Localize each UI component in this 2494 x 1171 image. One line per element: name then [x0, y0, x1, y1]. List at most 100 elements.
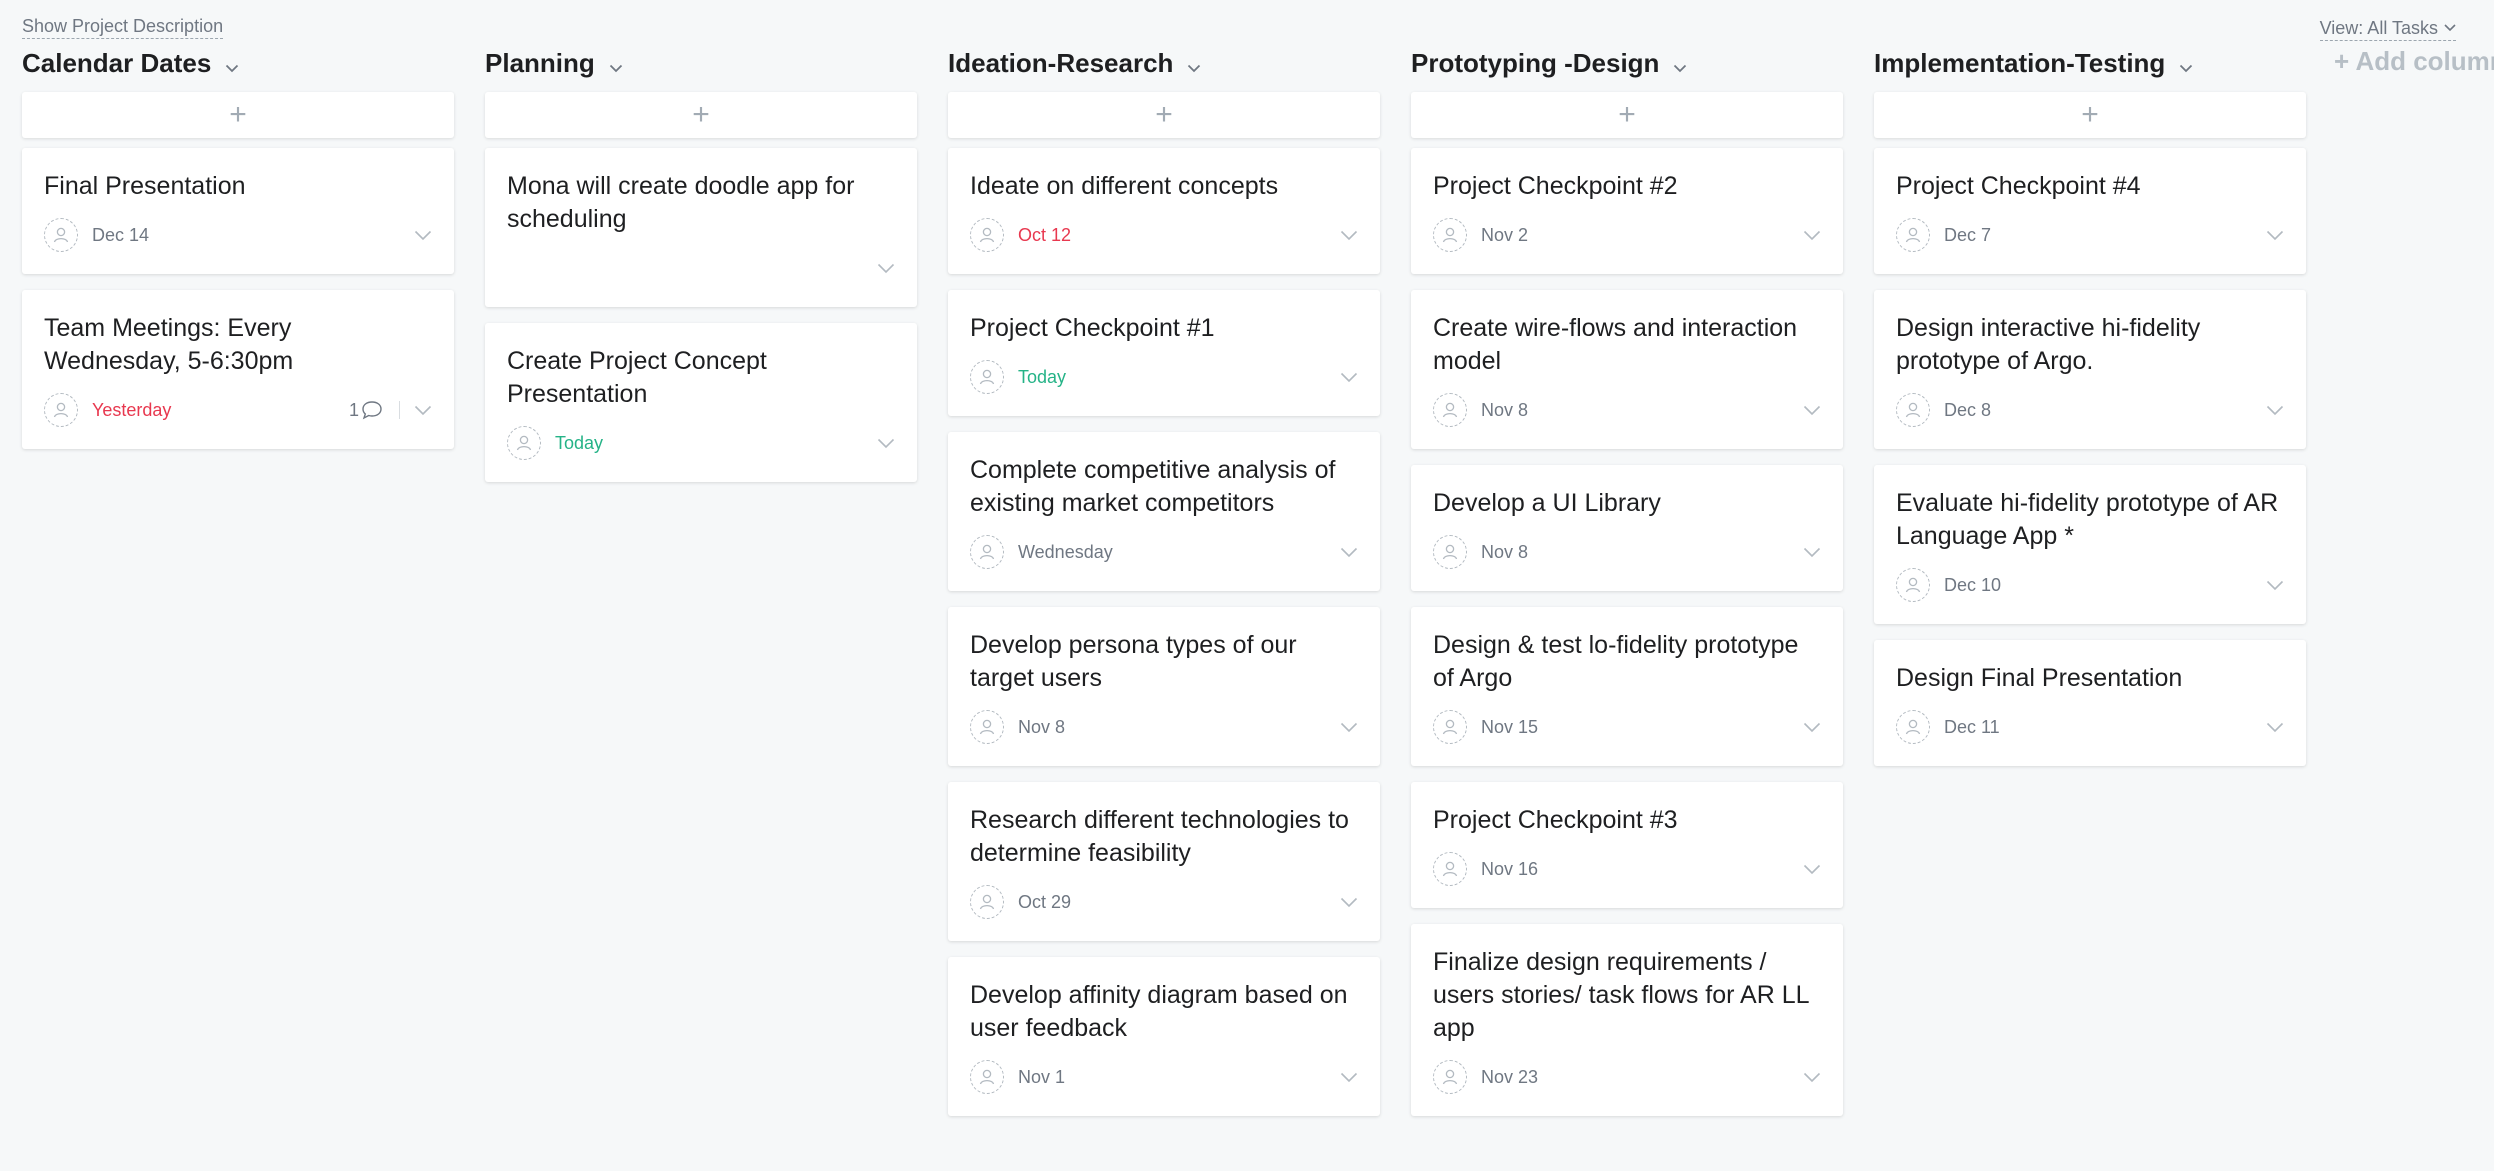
due-date[interactable]: Dec 10 [1944, 575, 2001, 596]
card-expand-chevron-icon[interactable] [1803, 1072, 1821, 1083]
view-filter-dropdown[interactable]: View: All Tasks [2319, 16, 2456, 41]
add-task-button[interactable]: + [1874, 92, 2306, 138]
task-card[interactable]: Design interactive hi-fidelity prototype… [1874, 290, 2306, 449]
task-card[interactable]: Design Final Presentation Dec 11 [1874, 640, 2306, 766]
due-date[interactable]: Nov 8 [1481, 400, 1528, 421]
assignee-avatar-icon[interactable] [970, 218, 1004, 252]
chevron-down-icon[interactable] [1187, 49, 1201, 80]
column-header[interactable]: Prototyping -Design [1411, 44, 1843, 82]
assignee-avatar-icon[interactable] [1433, 852, 1467, 886]
task-card[interactable]: Develop a UI Library Nov 8 [1411, 465, 1843, 591]
task-card[interactable]: Team Meetings: Every Wednesday, 5-6:30pm… [22, 290, 454, 449]
card-expand-chevron-icon[interactable] [414, 230, 432, 241]
chevron-down-icon[interactable] [609, 49, 623, 80]
card-expand-chevron-icon[interactable] [2266, 580, 2284, 591]
assignee-avatar-icon[interactable] [1433, 1060, 1467, 1094]
assignee-avatar-icon[interactable] [44, 218, 78, 252]
chevron-down-icon[interactable] [1673, 49, 1687, 80]
assignee-avatar-icon[interactable] [970, 710, 1004, 744]
task-card[interactable]: Project Checkpoint #3 Nov 16 [1411, 782, 1843, 908]
add-task-button[interactable]: + [22, 92, 454, 138]
assignee-avatar-icon[interactable] [1896, 393, 1930, 427]
card-expand-chevron-icon[interactable] [1340, 897, 1358, 908]
card-expand-chevron-icon[interactable] [1340, 372, 1358, 383]
card-expand-chevron-icon[interactable] [1340, 1072, 1358, 1083]
card-expand-chevron-icon[interactable] [2266, 405, 2284, 416]
assignee-avatar-icon[interactable] [1896, 710, 1930, 744]
task-card[interactable]: Create wire-flows and interaction model … [1411, 290, 1843, 449]
assignee-avatar-icon[interactable] [1433, 393, 1467, 427]
task-card[interactable]: Ideate on different concepts Oct 12 [948, 148, 1380, 274]
task-card[interactable]: Project Checkpoint #2 Nov 2 [1411, 148, 1843, 274]
card-expand-chevron-icon[interactable] [877, 263, 895, 274]
column-header[interactable]: Calendar Dates [22, 44, 454, 82]
column-header[interactable]: Implementation-Testing [1874, 44, 2306, 82]
due-date[interactable]: Nov 8 [1481, 542, 1528, 563]
due-date[interactable]: Dec 7 [1944, 225, 1991, 246]
add-task-button[interactable]: + [485, 92, 917, 138]
due-date[interactable]: Nov 8 [1018, 717, 1065, 738]
task-card[interactable]: Design & test lo-fidelity prototype of A… [1411, 607, 1843, 766]
show-project-description-link[interactable]: Show Project Description [22, 16, 224, 39]
card-expand-chevron-icon[interactable] [877, 438, 895, 449]
assignee-avatar-icon[interactable] [970, 885, 1004, 919]
assignee-avatar-icon[interactable] [1433, 535, 1467, 569]
chevron-down-icon[interactable] [2179, 49, 2193, 80]
due-date[interactable]: Oct 12 [1018, 225, 1071, 246]
card-expand-chevron-icon[interactable] [1340, 230, 1358, 241]
card-expand-chevron-icon[interactable] [1803, 547, 1821, 558]
card-expand-chevron-icon[interactable] [1803, 864, 1821, 875]
task-card[interactable]: Project Checkpoint #1 Today [948, 290, 1380, 416]
due-date[interactable]: Today [555, 433, 603, 454]
card-expand-chevron-icon[interactable] [2266, 230, 2284, 241]
task-meta: Nov 1 [970, 1058, 1358, 1096]
due-date[interactable]: Dec 8 [1944, 400, 1991, 421]
due-date[interactable]: Today [1018, 367, 1066, 388]
task-title: Project Checkpoint #1 [970, 314, 1215, 342]
card-expand-chevron-icon[interactable] [1803, 722, 1821, 733]
due-date[interactable]: Dec 14 [92, 225, 149, 246]
task-card[interactable]: Evaluate hi-fidelity prototype of AR Lan… [1874, 465, 2306, 624]
due-date[interactable]: Nov 2 [1481, 225, 1528, 246]
task-card[interactable]: Complete competitive analysis of existin… [948, 432, 1380, 591]
task-card[interactable]: Create Project Concept Presentation Toda… [485, 323, 917, 482]
assignee-avatar-icon[interactable] [1433, 710, 1467, 744]
assignee-avatar-icon[interactable] [1896, 568, 1930, 602]
assignee-avatar-icon[interactable] [970, 1060, 1004, 1094]
assignee-avatar-icon[interactable] [1433, 218, 1467, 252]
add-task-button[interactable]: + [948, 92, 1380, 138]
task-card[interactable]: Develop affinity diagram based on user f… [948, 957, 1380, 1116]
add-column-button[interactable]: + Add column [2334, 46, 2494, 77]
task-card[interactable]: Final Presentation Dec 14 [22, 148, 454, 274]
due-date[interactable]: Yesterday [92, 400, 171, 421]
task-card[interactable]: Mona will create doodle app for scheduli… [485, 148, 917, 307]
card-expand-chevron-icon[interactable] [2266, 722, 2284, 733]
due-date[interactable]: Dec 11 [1944, 717, 2000, 738]
card-expand-chevron-icon[interactable] [414, 405, 432, 416]
task-card[interactable]: Research different technologies to deter… [948, 782, 1380, 941]
card-expand-chevron-icon[interactable] [1340, 547, 1358, 558]
column-header[interactable]: Ideation-Research [948, 44, 1380, 82]
due-date[interactable]: Oct 29 [1018, 892, 1071, 913]
task-card[interactable]: Finalize design requirements / users sto… [1411, 924, 1843, 1116]
due-date[interactable]: Nov 16 [1481, 859, 1538, 880]
assignee-avatar-icon[interactable] [1896, 218, 1930, 252]
task-card[interactable]: Develop persona types of our target user… [948, 607, 1380, 766]
add-task-button[interactable]: + [1411, 92, 1843, 138]
assignee-avatar-icon[interactable] [44, 393, 78, 427]
due-date[interactable]: Nov 1 [1018, 1067, 1065, 1088]
due-date[interactable]: Nov 15 [1481, 717, 1538, 738]
card-expand-chevron-icon[interactable] [1340, 722, 1358, 733]
due-date[interactable]: Wednesday [1018, 542, 1113, 563]
due-date[interactable]: Nov 23 [1481, 1067, 1538, 1088]
chevron-down-icon[interactable] [225, 49, 239, 80]
card-expand-chevron-icon[interactable] [1803, 230, 1821, 241]
assignee-avatar-icon[interactable] [507, 426, 541, 460]
card-expand-chevron-icon[interactable] [1803, 405, 1821, 416]
task-actions [877, 263, 895, 274]
assignee-avatar-icon[interactable] [970, 360, 1004, 394]
task-card[interactable]: Project Checkpoint #4 Dec 7 [1874, 148, 2306, 274]
comment-count[interactable]: 1 [349, 400, 383, 421]
column-header[interactable]: Planning [485, 44, 917, 82]
assignee-avatar-icon[interactable] [970, 535, 1004, 569]
